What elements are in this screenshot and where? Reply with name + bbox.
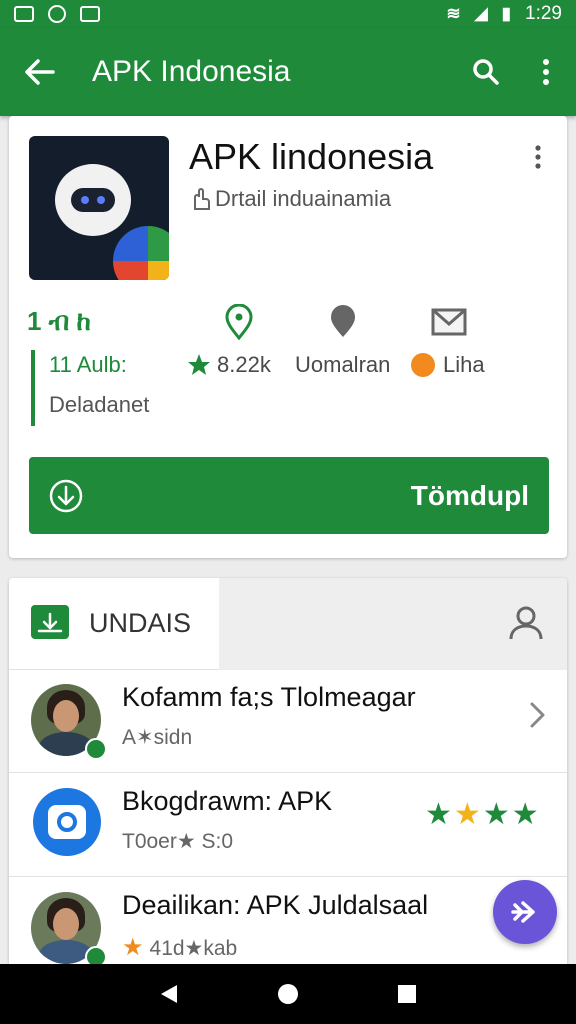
section-title: UNDAIS [89,608,192,638]
app-logo [29,136,169,280]
app-bar-title: APK Indonesia [92,55,291,88]
download-icon [49,479,83,512]
list-item-title: Deailikan: APK Juldalsaal [122,890,429,920]
list-item[interactable]: Deailikan: APK Juldalsaal ★ 41d★kab [9,878,567,978]
battery-icon: ▮ [501,4,512,23]
updates-section-card: UNDAIS Kofamm fa;s Tlolmeagar A✶sidn Bko [9,578,567,978]
gamepad-icon [80,6,100,22]
color-ball [113,226,169,280]
fab-button[interactable] [493,880,557,944]
app-bar: APK Indonesia [0,28,576,116]
list-item-subtitle-text: 41d★kab [149,937,238,960]
list-item-subtitle: ★ 41d★kab [122,933,237,962]
like-label: Liha [443,352,485,377]
whatsapp-icon [48,5,66,23]
nav-recents-button[interactable] [387,974,427,1014]
back-button[interactable] [0,28,80,116]
hand-icon [194,188,210,210]
list-item-subtitle: A✶sidn [122,726,193,749]
star-icon: ★ [453,798,481,831]
double-arrow-icon [511,901,535,923]
star-icon [188,354,210,375]
image-icon [14,6,34,22]
star-icon: ★ [482,798,510,831]
like-stat: Liha [411,352,485,378]
location-pin-icon [219,302,259,342]
app-subtitle-text: Drtail induainamia [215,186,392,211]
rating-stat: 8.22k [187,352,271,378]
arrow-back-icon [25,59,55,85]
signal-icon: ◢ [474,4,488,23]
search-icon [473,59,499,85]
search-button[interactable] [456,28,516,116]
verified-badge-icon [85,738,107,760]
orange-star-icon: ★ [122,934,144,961]
star-icon: ★ [425,798,452,831]
overflow-menu-button[interactable] [516,28,576,116]
robot-eye-right [97,196,105,204]
status-bar: ≋ ◢ ▮ 1:29 [0,0,576,28]
list-item[interactable]: Kofamm fa;s Tlolmeagar A✶sidn [9,670,567,773]
rating-stars: ★ ★ ★ ★ [425,800,539,830]
app-detail-card: APK lindonesia Drtail induainamia 1 ብ ከ … [9,116,567,558]
status-left-icons [14,5,100,23]
user-button[interactable] [507,603,545,643]
more-vert-icon [535,145,541,169]
camera-app-icon [33,788,101,856]
circle-home-icon [277,984,298,1004]
download-label: Tömdupl [410,479,529,511]
status-right-icons: ≋ ◢ ▮ 1:29 [446,3,562,25]
system-nav-bar [0,964,576,1024]
status-time: 1:29 [525,3,562,24]
list-item-title: Bkogdrawm: APK [122,786,333,816]
wifi-icon: ≋ [446,4,461,23]
list-item-title: Kofamm fa;s Tlolmeagar [122,682,416,712]
emoji-icon [411,353,435,377]
nav-home-button[interactable] [268,974,308,1014]
list-item[interactable]: Bkogdrawm: APK T0oer★ S:0 ★ ★ ★ ★ [9,774,567,877]
mail-icon [429,302,469,342]
robot-head [55,164,131,236]
app-name: APK lindonesia [189,136,434,177]
nav-back-button[interactable] [149,974,189,1014]
triangle-back-icon [161,985,178,1003]
star-icon: ★ [511,798,539,831]
section-header: UNDAIS [9,578,567,670]
chevron-right-icon [525,700,549,730]
app-subtitle: Drtail induainamia [189,186,391,212]
heart-pin-icon [323,302,363,342]
stat-glyph: 1 ብ ከ [27,306,91,336]
card-menu-button[interactable] [525,142,551,172]
rating-value: 8.22k [217,352,271,377]
more-vert-icon [543,59,549,85]
square-recents-icon [397,985,416,1003]
list-item-subtitle: T0oer★ S:0 [122,830,234,853]
downloads-count: 11 Aulb: [49,352,127,377]
robot-eye-left [81,196,89,204]
download-button[interactable]: Tömdupl [29,457,549,534]
stat-divider [31,350,35,426]
briefcase-icon [31,605,69,639]
downloads-caption: Deladanet [49,392,150,417]
person-icon [509,606,543,640]
location-label: Uomalran [295,352,391,377]
